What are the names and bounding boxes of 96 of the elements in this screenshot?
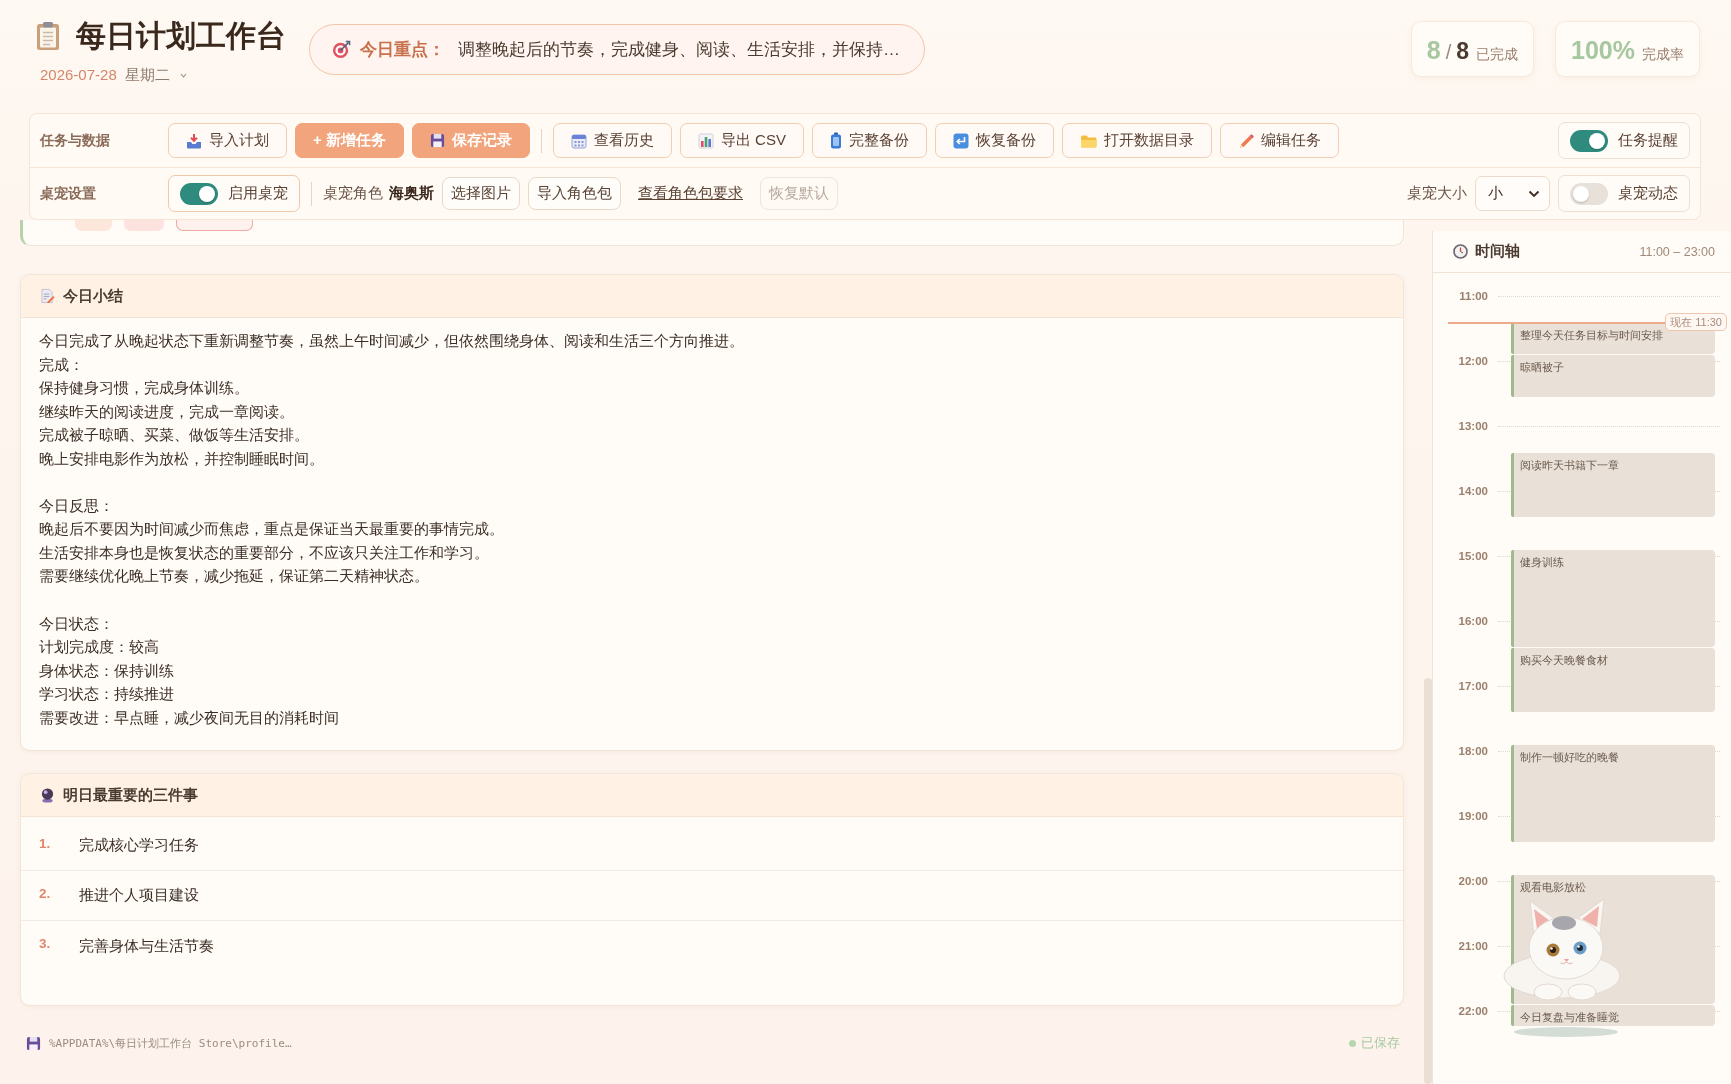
pencil-icon	[1237, 132, 1254, 149]
event-title: 观看电影放松	[1520, 880, 1587, 894]
weekday-text: 星期二	[124, 65, 170, 85]
event-title: 今日复盘与准备睡觉	[1520, 1010, 1620, 1024]
list-item-text: 完善身体与生活节奏	[79, 936, 214, 956]
event-title: 制作一顿好吃的晚餐	[1520, 750, 1620, 764]
requirements-link[interactable]: 查看角色包要求	[638, 184, 743, 203]
folder-icon	[1079, 133, 1097, 148]
toolbar-button[interactable]: 导出 CSV	[679, 123, 804, 158]
battery-icon	[829, 132, 842, 149]
status-dot-icon	[1349, 1039, 1356, 1047]
hour-label: 12:00	[1457, 354, 1488, 368]
summary-line: 继续昨天的阅读进度，完成一章阅读。	[39, 402, 294, 422]
hour-label: 17:00	[1457, 679, 1488, 693]
toggle-control[interactable]: 桌宠动态	[1558, 175, 1690, 212]
clipboard-icon	[36, 21, 60, 51]
summary-line: 身体状态：保持训练	[39, 661, 174, 681]
summary-line: 今日状态：	[39, 614, 114, 634]
date-text: 2026-07-28	[40, 65, 117, 85]
hour-label: 21:00	[1457, 939, 1488, 953]
file-path: %APPDATA%\每日计划工作台 Store\profile…	[49, 1035, 292, 1051]
summary-line: 需要改进：早点睡，减少夜间无目的消耗时间	[39, 708, 339, 728]
hour-label: 16:00	[1457, 614, 1488, 628]
hour-label: 18:00	[1457, 744, 1488, 758]
card-title: 明日最重要的三件事	[63, 785, 198, 805]
event-title: 整理今天任务目标与时间安排	[1520, 327, 1664, 342]
toolbar-row-label: 桌宠设置	[40, 184, 97, 203]
focus-text: 调整晚起后的节奏，完成健身、阅读、生活安排，并保持…	[458, 39, 900, 61]
list-number: 1.	[39, 835, 52, 851]
summary-line: 晚上安排电影作为放松，并控制睡眠时间。	[39, 449, 324, 469]
hour-label: 15:00	[1457, 549, 1488, 563]
stat-value: 8	[1426, 35, 1441, 66]
event-title: 健身训练	[1520, 555, 1565, 569]
toolbar-button[interactable]: 选择图片	[442, 177, 520, 210]
hour-label: 11:00	[1458, 289, 1488, 303]
current-time-label: 现在 11:30	[1665, 312, 1727, 331]
inbox-tray-icon	[186, 132, 202, 149]
app-title: 每日计划工作台	[76, 18, 286, 54]
toggle-control[interactable]: 启用桌宠	[168, 175, 300, 212]
summary-line: 今日反思：	[39, 496, 114, 516]
pet-role-name: 海奥斯	[389, 184, 434, 203]
size-select[interactable]: 小	[1475, 176, 1550, 211]
summary-line: 完成：	[39, 355, 84, 375]
focus-label: 今日重点：	[360, 39, 445, 61]
summary-line: 生活安排本身也是恢复状态的重要部分，不应该只关注工作和学习。	[39, 543, 489, 563]
hour-label: 14:00	[1457, 484, 1488, 498]
memo-icon	[40, 288, 55, 304]
toolbar-row-label: 任务与数据	[40, 131, 111, 150]
crystal-ball-icon	[40, 787, 55, 804]
save-status: 已保存	[1361, 1034, 1400, 1053]
list-number: 2.	[39, 885, 52, 901]
list-item-text: 完成核心学习任务	[79, 836, 199, 856]
summary-line: 需要继续优化晚上节奏，减少拖延，保证第二天精神状态。	[39, 567, 429, 587]
toggle-switch[interactable]	[180, 182, 218, 205]
toolbar-button[interactable]: 查看历史	[552, 123, 672, 158]
hour-label: 20:00	[1457, 874, 1488, 888]
toolbar-button[interactable]: 导入计划	[168, 123, 287, 158]
pet-role-label: 桌宠角色	[323, 184, 383, 203]
time-range: 11:00 – 23:00	[1639, 244, 1715, 259]
stat-total: 8	[1456, 37, 1470, 66]
stat-value: 100%	[1571, 35, 1635, 66]
toolbar-button[interactable]: 恢复备份	[934, 123, 1054, 158]
stat-label: 完成率	[1642, 45, 1684, 64]
bar-chart-icon	[697, 132, 714, 149]
scrollbar-thumb[interactable]	[1424, 678, 1432, 1084]
chevron-down-icon	[1528, 189, 1540, 198]
stat-label: 已完成	[1476, 45, 1519, 64]
hour-label: 19:00	[1457, 809, 1488, 823]
card-title: 今日小结	[63, 286, 123, 306]
size-label: 桌宠大小	[1407, 184, 1467, 203]
summary-line: 学习状态：持续推进	[39, 685, 174, 705]
caret-icon	[179, 72, 187, 78]
summary-line: 今日完成了从晚起状态下重新调整节奏，虽然上午时间减少，但依然围绕身体、阅读和生活三个方向推进。	[39, 332, 744, 351]
toolbar-button[interactable]: 编辑任务	[1219, 123, 1339, 158]
event-title: 购买今天晚餐食材	[1520, 652, 1609, 667]
event-title: 晾晒被子	[1520, 360, 1565, 374]
timeline-title: 时间轴	[1475, 242, 1520, 261]
stat-separator: /	[1445, 40, 1452, 65]
toggle-switch[interactable]	[1570, 182, 1608, 205]
event-title: 阅读昨天书籍下一章	[1520, 457, 1620, 472]
summary-line: 完成被子晾晒、买菜、做饭等生活安排。	[39, 426, 309, 446]
toolbar-button[interactable]: 打开数据目录	[1061, 123, 1212, 158]
summary-line: 计划完成度：较高	[39, 638, 159, 658]
toggle-switch[interactable]	[1570, 129, 1608, 152]
toolbar-button[interactable]: 导入角色包	[528, 177, 621, 210]
clock-icon	[1453, 244, 1468, 259]
summary-line: 晚起后不要因为时间减少而焦虑，重点是保证当天最重要的事情完成。	[39, 520, 504, 540]
hour-label: 22:00	[1457, 1004, 1488, 1018]
list-item-text: 推进个人项目建设	[79, 886, 199, 906]
calendar-icon	[570, 132, 587, 149]
target-icon	[332, 40, 351, 59]
list-number: 3.	[39, 936, 52, 952]
toggle-control[interactable]: 任务提醒	[1558, 122, 1690, 159]
toolbar-button[interactable]: 完整备份	[811, 123, 927, 158]
summary-line: 保持健身习惯，完成身体训练。	[39, 379, 249, 399]
hour-label: 13:00	[1457, 419, 1488, 433]
